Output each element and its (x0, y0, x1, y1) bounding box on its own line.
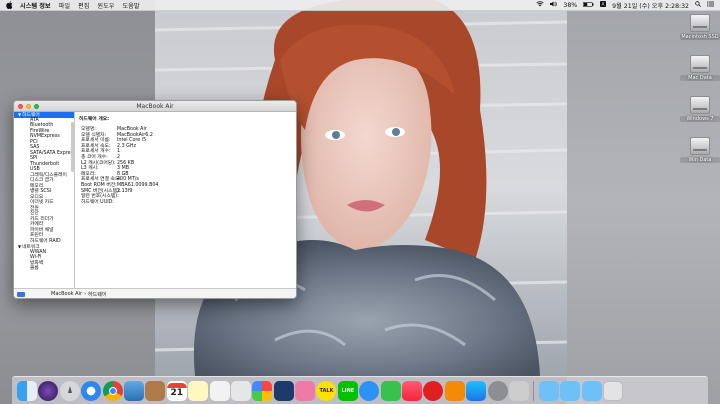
reminders-icon[interactable] (209, 380, 230, 401)
window-title: MacBook Air (136, 102, 174, 110)
desktop-drive-win-data[interactable]: Win Data (680, 137, 720, 163)
disclosure-triangle-icon[interactable]: ▼ (18, 112, 21, 117)
path-crumb-machine[interactable]: MacBook Air (51, 291, 82, 297)
app-store-icon[interactable] (466, 380, 487, 401)
kakaotalk-icon[interactable]: TALK (316, 380, 337, 401)
system-information-icon[interactable] (508, 380, 529, 401)
apple-menu-icon[interactable] (6, 1, 14, 9)
trash-icon[interactable] (602, 380, 623, 401)
menu-app-name[interactable]: 시스템 정보 (20, 1, 51, 10)
system-information-window: MacBook Air ▼하드웨어 ATA Bluetooth FireWire… (13, 100, 297, 299)
hard-drive-icon (690, 55, 710, 73)
dock-separator (533, 380, 535, 401)
calendar-icon[interactable]: 21 (166, 380, 187, 401)
spotlight-search-icon[interactable] (695, 1, 701, 9)
line-icon[interactable]: LINE (337, 380, 358, 401)
documents-folder-icon[interactable] (560, 380, 581, 401)
menu-edit[interactable]: 편집 (78, 1, 89, 10)
chrome-icon[interactable] (102, 380, 123, 401)
menubar-clock[interactable]: 9월 21일 (수) 오후 2:28:32 (612, 1, 689, 10)
sidebar-item-volumes[interactable]: 볼륨 (14, 266, 74, 272)
wifi-icon[interactable] (536, 1, 545, 9)
menu-file[interactable]: 파일 (59, 1, 70, 10)
siri-icon[interactable] (38, 380, 59, 401)
messages-icon[interactable] (359, 380, 380, 401)
desktop-drive-windows-7[interactable]: Windows 7 (680, 96, 720, 122)
menu-window[interactable]: 윈도우 (97, 1, 114, 10)
finder-icon[interactable] (17, 380, 37, 401)
safari-icon[interactable] (81, 380, 102, 401)
sidebar: ▼하드웨어 ATA Bluetooth FireWire NVMExpress … (14, 112, 75, 288)
disclosure-triangle-icon[interactable]: ▼ (18, 244, 21, 249)
computer-icon (17, 291, 25, 297)
keynote-icon[interactable] (273, 380, 294, 401)
path-separator-icon: › (84, 291, 87, 297)
photos-icon[interactable] (252, 380, 273, 401)
applications-folder-icon[interactable] (538, 380, 559, 401)
system-preferences-icon[interactable] (487, 380, 508, 401)
hard-drive-icon (690, 137, 710, 155)
hard-drive-icon (690, 14, 710, 32)
photo-booth-icon[interactable] (230, 380, 251, 401)
battery-percent[interactable]: 38% (563, 2, 577, 9)
ibooks-icon[interactable] (444, 380, 465, 401)
menu-bar: 시스템 정보 파일 편집 윈도우 도움말 38% A 9월 21일 (수) 오후… (0, 0, 720, 11)
volume-icon[interactable] (550, 1, 558, 9)
svg-text:A: A (602, 2, 605, 7)
detail-row: 하드웨어 UUID: (81, 199, 114, 205)
facetime-icon[interactable] (380, 380, 401, 401)
detail-pane: 하드웨어 개요: 모델명: MacBook Air 모델 식별자: MacBookA… (75, 112, 296, 288)
menu-help[interactable]: 도움말 (122, 1, 139, 10)
path-crumb-section[interactable]: 하드웨어 (88, 291, 106, 298)
itunes-icon[interactable] (402, 380, 423, 401)
camera-app-icon[interactable] (295, 380, 316, 401)
launchpad-icon[interactable] (59, 380, 80, 401)
netease-music-icon[interactable] (423, 380, 444, 401)
path-bar: MacBook Air › 하드웨어 (14, 288, 296, 298)
input-source-icon[interactable]: A (600, 1, 607, 9)
detail-header: 하드웨어 개요: (79, 117, 110, 122)
desktop-drive-mac-data[interactable]: Mac Data (680, 55, 720, 81)
dock: 21 TALK LINE (12, 376, 708, 404)
downloads-folder-icon[interactable] (581, 380, 602, 401)
sidebar-scrollbar[interactable] (71, 122, 74, 172)
hard-drive-icon (690, 96, 710, 114)
notes-icon[interactable] (188, 380, 209, 401)
desktop-drive-macintosh-ssd[interactable]: Macintosh SSD (680, 14, 720, 40)
contacts-icon[interactable] (145, 380, 166, 401)
notification-center-icon[interactable] (707, 1, 714, 9)
preview-icon[interactable] (123, 380, 144, 401)
battery-icon[interactable] (583, 1, 594, 9)
window-titlebar[interactable]: MacBook Air (14, 101, 296, 112)
